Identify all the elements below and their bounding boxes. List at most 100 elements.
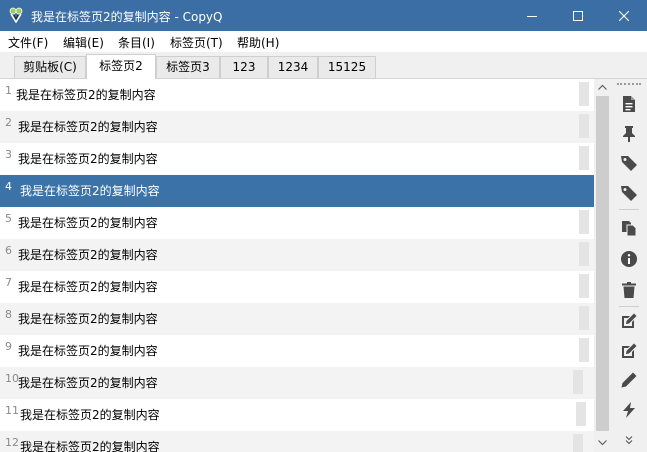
item-marker bbox=[579, 306, 589, 330]
delete-button[interactable] bbox=[617, 278, 641, 302]
maximize-button[interactable] bbox=[555, 0, 601, 31]
tag-button-2[interactable] bbox=[617, 181, 641, 205]
scrollbar-thumb[interactable] bbox=[596, 96, 609, 431]
item-text: 我是在标签页2的复制内容 bbox=[18, 120, 158, 134]
item-marker bbox=[579, 242, 589, 266]
pin-button[interactable] bbox=[617, 122, 641, 146]
action-icon bbox=[623, 402, 635, 418]
list-item[interactable]: 7 我是在标签页2的复制内容 bbox=[0, 271, 594, 303]
item-toolbar bbox=[611, 79, 647, 452]
list-item[interactable]: 12 我是在标签页2的复制内容 bbox=[0, 431, 594, 452]
tab-clipboard[interactable]: 剪贴板(C) bbox=[14, 56, 86, 78]
tab-15125[interactable]: 15125 bbox=[318, 56, 376, 78]
menu-tabs[interactable]: 标签页(T) bbox=[170, 34, 223, 51]
item-marker bbox=[579, 210, 589, 234]
chevron-double-down-icon[interactable] bbox=[623, 434, 635, 446]
item-text: 我是在标签页2的复制内容 bbox=[18, 216, 158, 230]
list-item[interactable]: 1 我是在标签页2的复制内容 bbox=[0, 79, 594, 111]
item-marker bbox=[579, 82, 589, 106]
item-marker bbox=[579, 114, 589, 138]
list-item-selected[interactable]: 4 我是在标签页2的复制内容 bbox=[0, 175, 594, 207]
item-text: 我是在标签页2的复制内容 bbox=[20, 408, 160, 422]
edit-button[interactable] bbox=[617, 309, 641, 333]
pin-icon bbox=[623, 126, 635, 142]
new-item-button[interactable] bbox=[617, 92, 641, 116]
toolbar-separator bbox=[619, 209, 639, 210]
item-text: 我是在标签页2的复制内容 bbox=[18, 312, 158, 326]
tag-icon bbox=[621, 186, 637, 201]
list-scrollbar[interactable] bbox=[594, 79, 611, 452]
item-number: 12 bbox=[5, 436, 19, 449]
list-item[interactable]: 3 我是在标签页2的复制内容 bbox=[0, 143, 594, 175]
minimize-button[interactable] bbox=[509, 0, 555, 31]
item-marker bbox=[576, 402, 586, 426]
tab-tab2[interactable]: 标签页2 bbox=[86, 54, 156, 79]
list-item[interactable]: 8 我是在标签页2的复制内容 bbox=[0, 303, 594, 335]
minimize-icon bbox=[527, 15, 537, 17]
info-button[interactable] bbox=[617, 247, 641, 271]
item-marker bbox=[573, 370, 583, 394]
action-button[interactable] bbox=[617, 398, 641, 422]
item-number: 11 bbox=[5, 404, 19, 417]
item-number: 3 bbox=[5, 148, 12, 161]
list-item[interactable]: 6 我是在标签页2的复制内容 bbox=[0, 239, 594, 271]
item-text: 我是在标签页2的复制内容 bbox=[20, 440, 160, 452]
menu-item[interactable]: 条目(I) bbox=[118, 34, 155, 51]
menu-bar: 文件(F) 编辑(E) 条目(I) 标签页(T) 帮助(H) bbox=[0, 31, 647, 52]
item-text: 我是在标签页2的复制内容 bbox=[18, 248, 158, 262]
trash-icon bbox=[622, 282, 636, 298]
edit-icon bbox=[622, 313, 637, 328]
toolbar-grip[interactable] bbox=[617, 83, 641, 87]
copy-icon bbox=[622, 221, 637, 237]
new-item-icon bbox=[623, 96, 635, 112]
item-text: 我是在标签页2的复制内容 bbox=[18, 152, 158, 166]
item-list[interactable]: 1 我是在标签页2的复制内容 2 我是在标签页2的复制内容 3 我是在标签页2的… bbox=[0, 79, 594, 452]
item-text: 我是在标签页2的复制内容 bbox=[18, 344, 158, 358]
item-marker bbox=[579, 338, 589, 362]
item-marker bbox=[579, 274, 589, 298]
list-item[interactable]: 10 我是在标签页2的复制内容 bbox=[0, 367, 594, 399]
window-title: 我是在标签页2的复制内容 - CopyQ bbox=[31, 10, 223, 24]
menu-file[interactable]: 文件(F) bbox=[8, 34, 48, 51]
copyq-app-icon bbox=[9, 7, 23, 23]
copy-button[interactable] bbox=[617, 216, 641, 240]
menu-help[interactable]: 帮助(H) bbox=[237, 34, 279, 51]
tab-1234[interactable]: 1234 bbox=[268, 56, 318, 78]
toolbar-separator bbox=[619, 306, 639, 307]
pencil-button[interactable] bbox=[617, 368, 641, 392]
item-number: 9 bbox=[5, 340, 12, 353]
item-number: 1 bbox=[5, 84, 12, 97]
list-item[interactable]: 2 我是在标签页2的复制内容 bbox=[0, 111, 594, 143]
item-number: 10 bbox=[5, 372, 19, 385]
info-icon bbox=[621, 251, 637, 267]
item-text: 我是在标签页2的复制内容 bbox=[16, 88, 156, 102]
pencil-icon bbox=[621, 372, 637, 388]
tab-bar: 剪贴板(C) 标签页2 标签页3 123 1234 15125 bbox=[0, 52, 647, 79]
item-text: 我是在标签页2的复制内容 bbox=[18, 376, 158, 390]
item-number: 5 bbox=[5, 212, 12, 225]
scroll-down-icon[interactable] bbox=[597, 437, 608, 448]
edit-external-button[interactable] bbox=[617, 339, 641, 363]
menu-edit[interactable]: 编辑(E) bbox=[63, 34, 104, 51]
tab-123[interactable]: 123 bbox=[220, 56, 268, 78]
scroll-up-icon[interactable] bbox=[597, 82, 608, 93]
tag-icon bbox=[621, 156, 637, 171]
close-icon bbox=[619, 10, 629, 21]
item-text: 我是在标签页2的复制内容 bbox=[18, 280, 158, 294]
list-item[interactable]: 9 我是在标签页2的复制内容 bbox=[0, 335, 594, 367]
close-button[interactable] bbox=[601, 0, 647, 31]
item-number: 8 bbox=[5, 308, 12, 321]
item-number: 6 bbox=[5, 244, 12, 257]
item-text: 我是在标签页2的复制内容 bbox=[20, 184, 160, 198]
title-bar[interactable]: 我是在标签页2的复制内容 - CopyQ bbox=[0, 0, 647, 31]
tab-tab3[interactable]: 标签页3 bbox=[156, 56, 220, 78]
item-number: 2 bbox=[5, 116, 12, 129]
list-item[interactable]: 5 我是在标签页2的复制内容 bbox=[0, 207, 594, 239]
maximize-icon bbox=[573, 10, 583, 21]
tag-button[interactable] bbox=[617, 151, 641, 175]
item-marker bbox=[579, 146, 589, 170]
item-number: 7 bbox=[5, 276, 12, 289]
edit-external-icon bbox=[622, 343, 637, 358]
item-number: 4 bbox=[5, 180, 12, 193]
list-item[interactable]: 11 我是在标签页2的复制内容 bbox=[0, 399, 594, 431]
